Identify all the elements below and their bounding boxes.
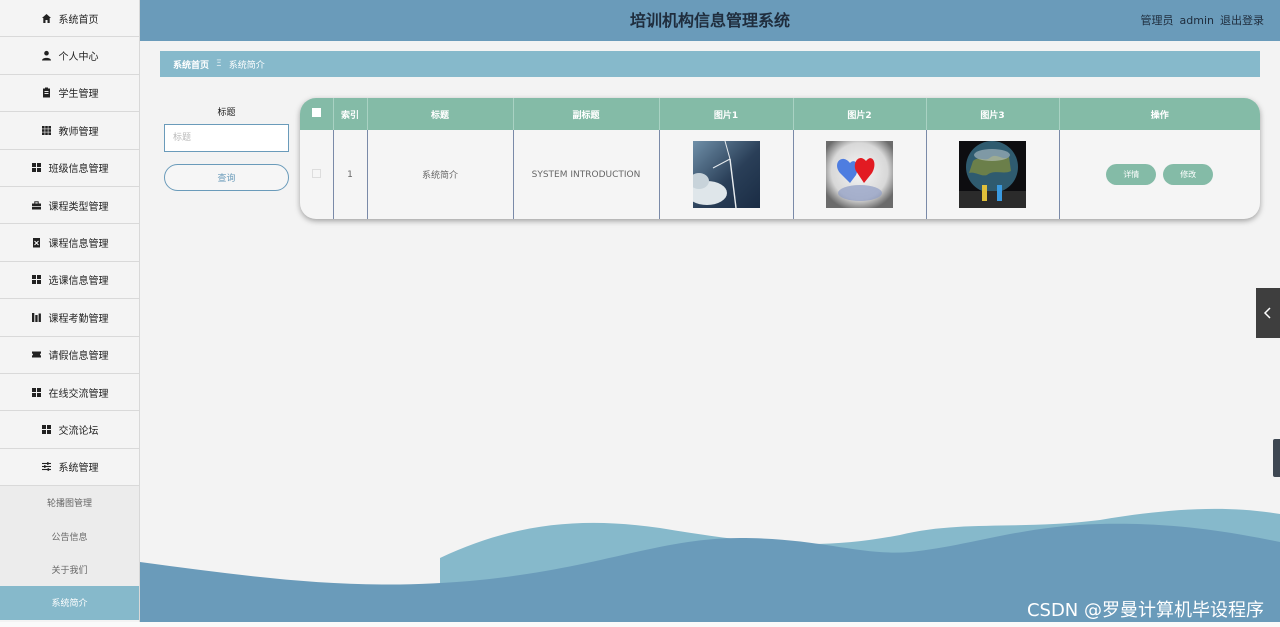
wind-turbine-image[interactable]: [692, 141, 760, 208]
row-index: 1: [333, 130, 368, 219]
sidebar-item-students[interactable]: 学生管理: [0, 74, 139, 113]
home-icon: [41, 13, 52, 24]
sidebar-item-home[interactable]: 系统首页: [0, 0, 139, 38]
submenu-item-about[interactable]: 关于我们: [0, 553, 139, 586]
apps-icon: [31, 162, 42, 173]
sidebar-item-label: 课程类型管理: [48, 201, 109, 213]
sidebar-item-label: 交流论坛: [58, 425, 99, 437]
sidebar-item-label: 系统首页: [58, 14, 99, 26]
search-button[interactable]: 查询: [164, 164, 289, 191]
column-header: 副标题: [513, 98, 660, 130]
column-header: 索引: [333, 98, 368, 130]
hearts-image[interactable]: [826, 141, 893, 208]
sidebar-item-label: 选课信息管理: [48, 276, 109, 288]
briefcase-icon: [31, 200, 42, 211]
apps-icon: [31, 387, 42, 398]
sidebar-item-online-chat[interactable]: 在线交流管理: [0, 373, 139, 412]
sidebar-item-label: 系统管理: [58, 463, 99, 475]
sidebar-item-label: 教师管理: [58, 126, 99, 138]
sidebar-item-label: 课程考勤管理: [48, 313, 109, 325]
row-checkbox[interactable]: [311, 168, 321, 178]
select-all-header: [300, 98, 334, 130]
data-table: 索引 标题 副标题 图片1 图片2 图片3 操作 1 系统简介 SYSTEM I…: [300, 98, 1260, 219]
search-label: 标题: [217, 108, 236, 118]
table-header-row: 索引 标题 副标题 图片1 图片2 图片3 操作: [300, 98, 1260, 130]
submenu-item-carousel[interactable]: 轮播图管理: [0, 486, 139, 519]
row-select-cell: [300, 130, 334, 219]
user-icon: [41, 50, 52, 61]
sidebar-item-profile[interactable]: 个人中心: [0, 37, 139, 75]
sidebar-item-label: 班级信息管理: [48, 164, 109, 176]
system-submenu: 轮播图管理 公告信息 关于我们 系统简介: [0, 486, 139, 620]
row-actions-cell: 详情 修改: [1059, 130, 1260, 219]
sidebar-item-teachers[interactable]: 教师管理: [0, 112, 139, 150]
breadcrumb-home[interactable]: 系统首页: [173, 58, 209, 71]
column-header: 图片1: [659, 98, 794, 130]
grid-icon: [41, 125, 52, 136]
apps-icon: [41, 424, 52, 435]
user-area: 管理员 admin 退出登录: [1135, 0, 1264, 41]
sidebar: 系统首页 个人中心 学生管理 教师管理 班级信息管理 课程类型管理 课程信息管理…: [0, 0, 140, 627]
row-subtitle: SYSTEM INTRODUCTION: [513, 130, 660, 219]
user-role: 管理员: [1140, 14, 1174, 27]
breadcrumb-separator: Ξ: [216, 59, 222, 69]
logout-link[interactable]: 退出登录: [1220, 14, 1264, 27]
sidebar-item-leave[interactable]: 请假信息管理: [0, 336, 139, 374]
sidebar-item-label: 学生管理: [58, 89, 99, 101]
select-all-checkbox[interactable]: [311, 108, 321, 117]
user-name: admin: [1179, 14, 1214, 27]
chart-icon: [31, 312, 42, 323]
edit-button[interactable]: 修改: [1163, 164, 1214, 185]
breadcrumb: 系统首页 Ξ 系统简介: [160, 51, 1260, 77]
sidebar-item-classes[interactable]: 班级信息管理: [0, 149, 139, 187]
sidebar-item-label: 个人中心: [58, 52, 99, 64]
row-image-1-cell: [659, 130, 794, 219]
row-image-3-cell: [926, 130, 1060, 219]
top-header: 培训机构信息管理系统 管理员 admin 退出登录: [140, 0, 1280, 41]
table-row: 1 系统简介 SYSTEM INTRODUCTION 详情 修改: [300, 130, 1260, 219]
breadcrumb-current: 系统简介: [228, 60, 265, 71]
detail-button[interactable]: 详情: [1106, 164, 1157, 185]
submenu-item-system-intro[interactable]: 系统简介: [0, 586, 139, 620]
side-tool-handle[interactable]: [1273, 439, 1280, 477]
sidebar-item-system[interactable]: 系统管理: [0, 448, 139, 487]
column-header: 图片3: [926, 98, 1060, 130]
column-header: 标题: [367, 98, 514, 130]
sidebar-item-forum[interactable]: 交流论坛: [0, 411, 139, 449]
sidebar-item-selections[interactable]: 选课信息管理: [0, 261, 139, 300]
sliders-icon: [41, 461, 52, 472]
sidebar-item-label: 课程信息管理: [48, 239, 109, 251]
collapse-panel-button[interactable]: [1256, 288, 1280, 338]
watermark: CSDN @罗曼计算机毕设程序: [1026, 600, 1264, 621]
bottom-bar: [0, 622, 1280, 627]
search-input[interactable]: [164, 124, 289, 152]
chevron-left-icon: [1263, 307, 1271, 319]
sidebar-item-label: 请假信息管理: [48, 351, 109, 363]
earth-image[interactable]: [959, 141, 1026, 208]
sidebar-item-attendance[interactable]: 课程考勤管理: [0, 299, 139, 337]
column-header: 图片2: [793, 98, 927, 130]
sidebar-item-course-types[interactable]: 课程类型管理: [0, 186, 139, 225]
ticket-icon: [31, 349, 42, 360]
submenu-item-notices[interactable]: 公告信息: [0, 519, 139, 552]
document-icon: [31, 237, 42, 248]
app-title: 培训机构信息管理系统: [629, 11, 790, 30]
row-title: 系统简介: [367, 130, 514, 219]
clipboard-icon: [41, 87, 52, 98]
apps-icon: [31, 274, 42, 285]
sidebar-item-label: 在线交流管理: [48, 388, 109, 400]
row-image-2-cell: [793, 130, 927, 219]
column-header: 操作: [1150, 110, 1169, 121]
sidebar-item-courses[interactable]: 课程信息管理: [0, 224, 139, 262]
